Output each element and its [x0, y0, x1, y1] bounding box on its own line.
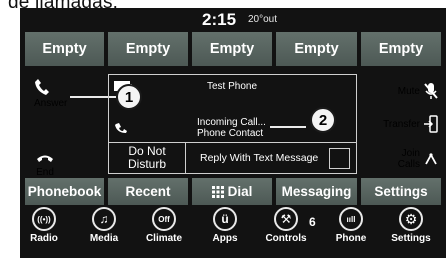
reply-with-text-label: Reply With Text Message [200, 152, 319, 164]
bluetooth-phone-icon [115, 123, 127, 133]
dock-controls-label: Controls [265, 233, 307, 244]
tab-dial-label: Dial [227, 184, 253, 199]
dock-phone-label: Phone [335, 233, 367, 244]
reply-with-text-button[interactable]: Reply With Text Message [185, 142, 357, 174]
dock-media[interactable]: ♫ Media [75, 207, 133, 244]
dock-media-label: Media [89, 233, 119, 244]
join-calls-line-2: Calls [397, 159, 420, 170]
dock-radio-label: Radio [30, 233, 58, 244]
dialpad-icon [211, 185, 224, 198]
favorite-slot-5[interactable]: Empty [361, 32, 441, 66]
apps-icon: ü [213, 207, 237, 231]
uconnect-phone-screen: 2:15 20°out Empty Empty Empty Empty Empt… [20, 8, 446, 258]
microphone-muted-icon [424, 83, 438, 99]
phone-dock-prefix: 6 [309, 215, 316, 229]
dock-settings-label: Settings [391, 233, 431, 244]
dock-settings[interactable]: ⚙ Settings [382, 207, 440, 244]
join-calls-line-1: Join [401, 148, 420, 159]
tab-messaging[interactable]: Messaging [276, 178, 357, 205]
tab-recent[interactable]: Recent [108, 178, 188, 205]
gear-icon: ⚙ [399, 207, 423, 231]
transfer-icon [424, 115, 438, 133]
mute-label: Mute [397, 85, 420, 97]
do-not-disturb-button[interactable]: Do Not Disturb [108, 142, 186, 174]
phone-hangup-icon [37, 155, 53, 162]
join-calls-icon [425, 153, 437, 165]
dock-phone[interactable]: ııll Phone [322, 207, 380, 244]
end-label: End [36, 167, 54, 178]
mute-button[interactable]: Mute [398, 82, 438, 100]
dock-apps-label: Apps [212, 233, 238, 244]
transfer-label: Transfer [383, 118, 420, 130]
tab-settings[interactable]: Settings [361, 178, 441, 205]
do-not-disturb-line-2: Disturb [127, 157, 166, 171]
callout-2-leader [270, 126, 306, 128]
join-calls-label: Join Calls [398, 148, 420, 170]
climate-off-icon: Off [152, 207, 176, 231]
favorite-slot-1[interactable]: Empty [25, 32, 104, 66]
favorite-slot-2[interactable]: Empty [108, 32, 188, 66]
tab-phonebook[interactable]: Phonebook [25, 178, 104, 205]
phone-signal-icon: ııll [339, 207, 363, 231]
callout-1: 1 [116, 84, 142, 110]
dock-apps[interactable]: ü Apps [196, 207, 254, 244]
join-calls-button[interactable]: Join Calls [398, 148, 438, 170]
status-bar: 2:15 20°out [20, 8, 446, 30]
outside-temperature: 20°out [248, 14, 278, 25]
phone-name: Test Phone [207, 81, 258, 92]
dock-climate[interactable]: Off Climate [135, 207, 193, 244]
reply-checkbox[interactable] [329, 148, 350, 169]
incoming-call-info: Incoming Call... Phone Contact [197, 117, 266, 139]
incoming-call-status: Incoming Call... [197, 117, 266, 128]
caller-name: Phone Contact [197, 128, 264, 139]
dock-controls[interactable]: ⚒ Controls [257, 207, 315, 244]
phone-answer-icon [35, 79, 49, 95]
end-call-button[interactable]: End [36, 153, 54, 178]
favorite-slot-4[interactable]: Empty [276, 32, 357, 66]
answer-button[interactable]: Answer [34, 78, 67, 109]
dock-climate-label: Climate [145, 233, 183, 244]
callout-2: 2 [310, 107, 336, 133]
dock-radio[interactable]: ((•)) Radio [20, 207, 73, 244]
favorite-slot-3[interactable]: Empty [192, 32, 272, 66]
music-note-icon: ♫ [92, 207, 116, 231]
transfer-button[interactable]: Transfer [383, 115, 438, 133]
answer-label: Answer [34, 98, 68, 109]
radio-icon: ((•)) [32, 207, 56, 231]
wrench-icon: ⚒ [274, 207, 298, 231]
tab-dial[interactable]: Dial [192, 178, 272, 205]
clock: 2:15 [202, 10, 237, 29]
